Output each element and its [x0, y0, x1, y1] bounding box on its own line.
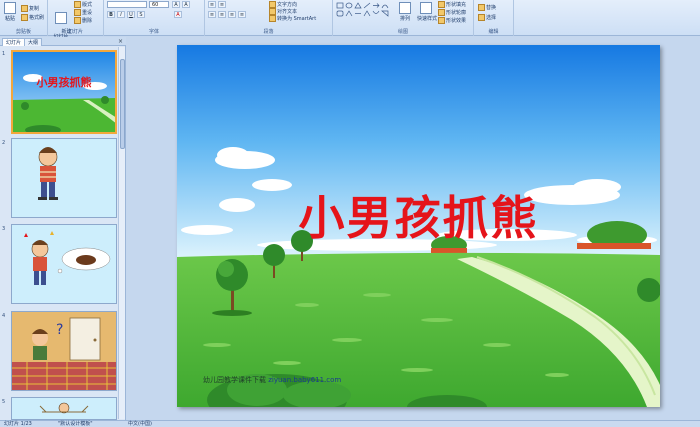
slide-counter: 幻灯片 1/23 [4, 421, 32, 427]
delete-button[interactable]: 删除 [74, 17, 92, 24]
panel-scrollbar[interactable] [118, 47, 125, 419]
tab-slides[interactable]: 幻灯片 [2, 38, 26, 46]
font-size-combo[interactable]: 60 [149, 1, 169, 8]
slides-group: 新建 幻灯片 版式 重设 删除 幻灯片 [48, 0, 104, 40]
editing-group-label: 编辑 [488, 29, 499, 35]
panel-tabs: 幻灯片 大纲 × [0, 37, 126, 46]
slides-panel: 幻灯片 大纲 × 1 小男孩抓熊 2 3 4 ? 5 [0, 37, 126, 420]
arrange-icon [399, 2, 411, 14]
clipboard-group: 粘贴 复制 格式刷 剪贴板 [0, 0, 48, 36]
boy-at-door-illustration: ? [12, 312, 116, 390]
slide-1-preview [13, 52, 115, 132]
replace-button[interactable]: 替换 [478, 4, 496, 11]
smartart-icon [269, 15, 276, 22]
paragraph-group: ≡ ≡ ≡ ≡ ≡ ≡ 文字方向 对齐文本 转换为 SmartArt 段落 [205, 0, 333, 36]
slide-thumbnail-1[interactable]: 小男孩抓熊 [11, 50, 117, 134]
slide-number: 4 [2, 313, 6, 319]
ribbon: 粘贴 复制 格式刷 剪贴板 新建 幻灯片 版式 重设 删除 幻灯片 60 A A… [0, 0, 700, 40]
font-group: 60 A A B I U S A 字体 [104, 0, 205, 36]
copy-icon [21, 5, 28, 12]
slide-thumbnail-5[interactable] [11, 397, 117, 420]
align-center-button[interactable]: ≡ [218, 11, 226, 18]
shadow-button[interactable]: S [137, 11, 145, 18]
delete-icon [74, 17, 81, 24]
select-icon [478, 14, 485, 21]
grow-font-button[interactable]: A [172, 1, 180, 8]
slide-1-thumb-title: 小男孩抓熊 [36, 76, 92, 89]
slide-number: 3 [2, 226, 6, 232]
shape-fill-button[interactable]: 形状填充 [438, 1, 466, 8]
numbering-button[interactable]: ≡ [218, 1, 226, 8]
paste-icon [4, 2, 16, 14]
arrange-button[interactable]: 排列 [397, 2, 413, 22]
footer-text: 幼儿园教学课件下载 [203, 376, 266, 384]
align-text-button[interactable]: 对齐文本 [269, 8, 297, 15]
align-right-button[interactable]: ≡ [228, 11, 236, 18]
select-button[interactable]: 选择 [478, 14, 496, 21]
effects-icon [438, 17, 445, 24]
reset-button[interactable]: 重设 [74, 9, 92, 16]
paragraph-group-label: 段落 [263, 29, 274, 35]
boy-thinking-illustration [24, 231, 111, 285]
status-bar: 幻灯片 1/23 "默认设计模板" 中文(中国) [0, 420, 700, 427]
current-slide[interactable]: 小男孩抓熊 幼儿园教学课件下载 ziyuan.baby611.com [177, 45, 660, 407]
slide-number: 5 [2, 399, 6, 405]
align-left-button[interactable]: ≡ [208, 11, 216, 18]
clipboard-group-label: 剪贴板 [15, 29, 31, 35]
brush-icon [21, 14, 28, 21]
justify-button[interactable]: ≡ [238, 11, 246, 18]
reset-icon [74, 9, 81, 16]
editing-group: 替换 选择 编辑 [474, 0, 514, 36]
bullets-button[interactable]: ≡ [208, 1, 216, 8]
underline-button[interactable]: U [127, 11, 135, 18]
slide-number: 2 [2, 140, 6, 146]
close-icon[interactable]: × [118, 38, 123, 45]
slide-number: 1 [2, 51, 6, 57]
scroll-thumb[interactable] [120, 59, 125, 149]
replace-icon [478, 4, 485, 11]
boy-illustration [38, 147, 58, 200]
fill-icon [438, 1, 445, 8]
format-painter-button[interactable]: 格式刷 [21, 14, 44, 21]
footer-url: ziyuan.baby611.com [268, 376, 342, 384]
text-direction-icon [269, 1, 276, 8]
slide-thumbnail-2[interactable] [11, 138, 117, 218]
layout-icon [74, 1, 81, 8]
font-color-button[interactable]: A [174, 11, 182, 18]
new-slide-icon [55, 12, 67, 24]
text-direction-button[interactable]: 文字方向 [269, 1, 297, 8]
language-indicator[interactable]: 中文(中国) [128, 421, 152, 427]
slide-title[interactable]: 小男孩抓熊 [177, 182, 660, 248]
tab-outline[interactable]: 大纲 [24, 38, 43, 46]
shape-effects-button[interactable]: 形状效果 [438, 17, 466, 24]
shapes-gallery[interactable] [336, 2, 392, 22]
quick-styles-button[interactable]: 快速样式 [417, 2, 437, 22]
slide-thumbnail-3[interactable] [11, 224, 117, 304]
theme-name: "默认设计模板" [58, 421, 93, 427]
shrink-font-button[interactable]: A [182, 1, 190, 8]
slide-5-preview [39, 402, 89, 414]
outline-icon [438, 9, 445, 16]
font-group-label: 字体 [148, 29, 159, 35]
convert-smartart-button[interactable]: 转换为 SmartArt [269, 15, 316, 22]
slides-group-label: 幻灯片 [67, 29, 83, 35]
font-name-combo[interactable] [107, 1, 147, 8]
bold-button[interactable]: B [107, 11, 115, 18]
slide-footer: 幼儿园教学课件下载 ziyuan.baby611.com [203, 375, 341, 385]
shape-outline-button[interactable]: 形状轮廓 [438, 9, 466, 16]
copy-button[interactable]: 复制 [21, 5, 39, 12]
italic-button[interactable]: I [117, 11, 125, 18]
slide-editing-area: 小男孩抓熊 幼儿园教学课件下载 ziyuan.baby611.com [127, 37, 700, 420]
align-text-icon [269, 8, 276, 15]
layout-button[interactable]: 版式 [74, 1, 92, 8]
drawing-group: 排列 快速样式 形状填充 形状轮廓 形状效果 绘图 [333, 0, 474, 36]
svg-text:?: ? [56, 322, 63, 338]
slide-thumbnail-4[interactable]: ? [11, 311, 117, 391]
drawing-group-label: 绘图 [397, 29, 408, 35]
quick-styles-icon [420, 2, 432, 14]
paste-button[interactable]: 粘贴 [3, 2, 17, 22]
